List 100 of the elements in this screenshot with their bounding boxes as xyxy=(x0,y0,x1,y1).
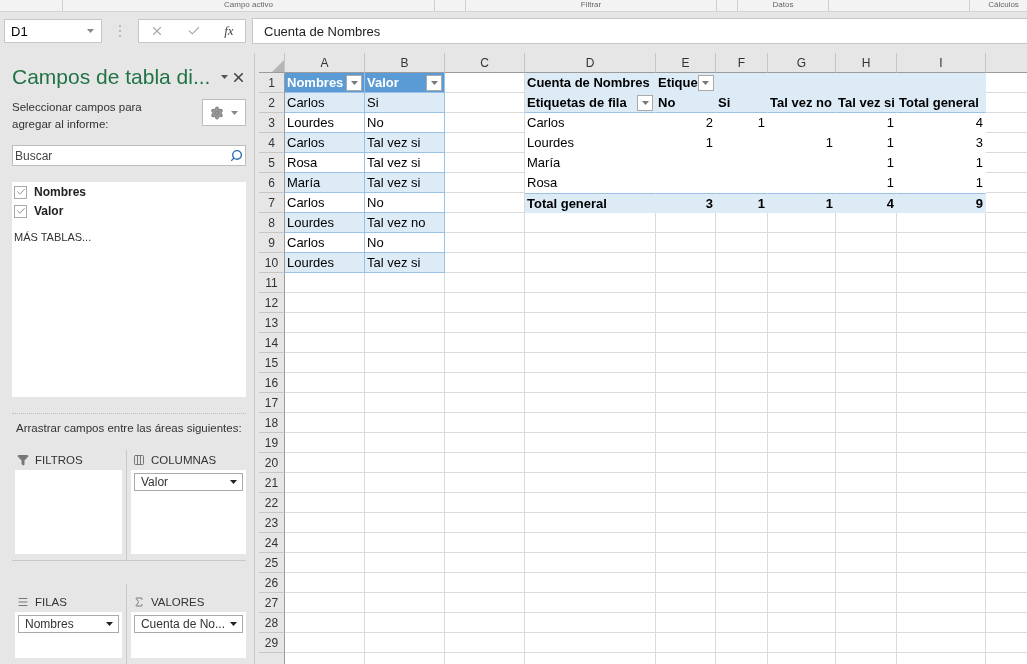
table-cell xyxy=(656,293,716,313)
table-cell xyxy=(836,413,897,433)
table-cell: María xyxy=(285,173,365,193)
table-cell xyxy=(716,573,768,593)
row-header[interactable]: 12 xyxy=(259,293,285,313)
row-header[interactable]: 15 xyxy=(259,353,285,373)
field-checkbox[interactable] xyxy=(14,204,27,218)
row-header[interactable]: 6 xyxy=(259,173,285,193)
row-header[interactable]: 16 xyxy=(259,373,285,393)
table-cell: Carlos xyxy=(285,233,365,253)
tools-button[interactable] xyxy=(202,99,246,126)
row-header[interactable]: 25 xyxy=(259,553,285,573)
field-pill[interactable]: Cuenta de No... xyxy=(133,614,243,633)
table-cell xyxy=(768,253,836,273)
row-header[interactable]: 7 xyxy=(259,193,285,213)
filter-dropdown-button[interactable] xyxy=(426,74,442,91)
drop-area[interactable]: Nombres xyxy=(15,611,122,658)
filter-dropdown-button[interactable] xyxy=(637,94,653,111)
more-tables-link[interactable]: MÁS TABLAS... xyxy=(14,231,246,243)
row-header[interactable]: 27 xyxy=(259,593,285,613)
formula-field[interactable]: Cuenta de Nombres xyxy=(252,18,1027,44)
row-header[interactable]: 26 xyxy=(259,573,285,593)
table-cell: Valor xyxy=(365,73,445,93)
field-pill[interactable]: Valor xyxy=(133,473,243,491)
table-cell xyxy=(768,453,836,473)
table-cell xyxy=(656,473,716,493)
search-field[interactable]: Buscar xyxy=(12,145,246,166)
table-cell xyxy=(716,453,768,473)
column-header[interactable]: H xyxy=(836,53,897,73)
name-box[interactable]: D1 xyxy=(4,19,102,43)
table-cell xyxy=(836,393,897,413)
column-header[interactable]: G xyxy=(768,53,836,73)
filter-dropdown-button[interactable] xyxy=(346,74,362,91)
row-header[interactable]: 23 xyxy=(259,513,285,533)
row-header[interactable]: 21 xyxy=(259,473,285,493)
field-checkbox[interactable] xyxy=(14,185,27,199)
table-cell xyxy=(836,473,897,493)
row-header[interactable]: 20 xyxy=(259,453,285,473)
table-cell xyxy=(836,273,897,293)
row-header[interactable]: 29 xyxy=(259,633,285,653)
row-header[interactable]: 3 xyxy=(259,113,285,133)
pane-title: Campos de tabla di... xyxy=(12,65,211,89)
caret-icon xyxy=(640,99,650,106)
filter-dropdown-button[interactable] xyxy=(697,74,714,91)
ribbon-group-label: Cálculos xyxy=(988,0,1019,9)
drop-area[interactable]: Valor xyxy=(130,470,246,554)
table-cell xyxy=(716,333,768,353)
table-cell xyxy=(836,493,897,513)
column-header[interactable]: B xyxy=(365,53,445,73)
table-cell: Tal vez si xyxy=(365,253,445,273)
row-header[interactable]: 5 xyxy=(259,153,285,173)
table-cell xyxy=(768,373,836,393)
table-cell xyxy=(836,253,897,273)
column-header[interactable]: A xyxy=(285,53,365,73)
row-header[interactable]: 28 xyxy=(259,613,285,633)
area-label: VALORES xyxy=(150,595,205,608)
table-cell: Carlos xyxy=(285,133,365,153)
drop-area[interactable]: Cuenta de No... xyxy=(130,611,246,658)
sigma-icon xyxy=(132,595,145,608)
row-header[interactable]: 22 xyxy=(259,493,285,513)
table-cell: No xyxy=(365,113,445,133)
table-cell xyxy=(836,233,897,253)
table-cell: Total general xyxy=(897,93,986,113)
column-header[interactable]: C xyxy=(445,53,525,73)
row-header[interactable]: 8 xyxy=(259,213,285,233)
row-header[interactable]: 9 xyxy=(259,233,285,253)
row-header[interactable]: 18 xyxy=(259,413,285,433)
table-cell xyxy=(768,553,836,573)
table-cell xyxy=(836,213,897,233)
row-header[interactable]: 1 xyxy=(259,73,285,93)
row-header[interactable]: 17 xyxy=(259,393,285,413)
insert-function-button[interactable]: fx xyxy=(224,23,234,39)
table-cell xyxy=(716,273,768,293)
row-header[interactable]: 10 xyxy=(259,253,285,273)
caret-icon xyxy=(349,79,359,86)
table-cell xyxy=(768,633,836,653)
table-cell: No xyxy=(365,193,445,213)
table-cell xyxy=(836,313,897,333)
row-header[interactable]: 14 xyxy=(259,333,285,353)
table-cell xyxy=(716,553,768,573)
column-header[interactable]: D xyxy=(525,53,656,73)
caret-icon xyxy=(229,620,238,627)
column-header[interactable]: F xyxy=(716,53,768,73)
ribbon-group-label: Datos xyxy=(772,0,794,9)
row-header[interactable]: 19 xyxy=(259,433,285,453)
field-pill[interactable]: Nombres xyxy=(18,614,119,633)
table-cell xyxy=(768,573,836,593)
column-header[interactable]: E xyxy=(656,53,716,73)
row-header[interactable]: 4 xyxy=(259,133,285,153)
column-header[interactable]: I xyxy=(897,53,986,73)
table-cell xyxy=(768,433,836,453)
table-cell xyxy=(716,513,768,533)
filter-icon xyxy=(17,454,29,466)
dropdown-caret-icon xyxy=(86,28,95,34)
row-header[interactable]: 11 xyxy=(259,273,285,293)
row-header[interactable]: 2 xyxy=(259,93,285,113)
enter-icon[interactable] xyxy=(187,24,202,38)
row-header[interactable]: 24 xyxy=(259,533,285,553)
row-header[interactable]: 13 xyxy=(259,313,285,333)
table-cell xyxy=(768,313,836,333)
